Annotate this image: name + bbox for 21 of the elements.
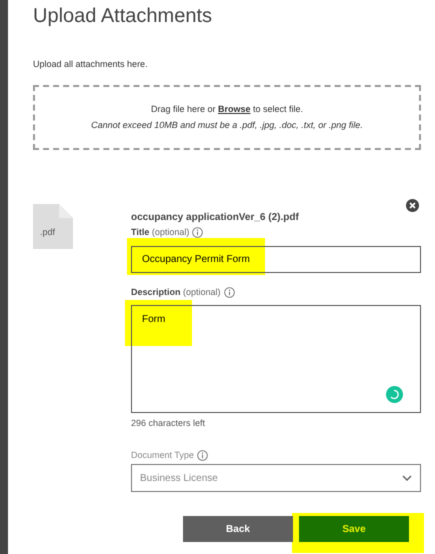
chevron-down-icon	[402, 475, 412, 481]
info-icon[interactable]	[224, 286, 235, 298]
info-icon[interactable]	[192, 227, 204, 238]
file-extension: .pdf	[40, 226, 56, 239]
field-label: Document Type	[131, 448, 194, 462]
file-name: occupancy applicationVer_6 (2).pdf	[131, 211, 299, 225]
info-icon[interactable]	[196, 450, 208, 461]
close-button[interactable]	[406, 199, 419, 212]
drop-zone[interactable]: Drag file here or Browse to select file. Cannot exceed 10MB and must be a .pdf, .jpg, .doc, .txt, or .png file.	[33, 85, 421, 150]
title-field[interactable]: Occupancy Permit Form	[131, 246, 421, 272]
back-button[interactable]: Back	[183, 516, 293, 542]
file-requirements: Cannot exceed 10MB and must be a .pdf, .jpg, .doc, .txt, or .png file.	[90, 118, 364, 132]
description-field[interactable]: Form	[131, 305, 421, 413]
field-label: Description (optional)	[131, 286, 221, 299]
character-count: 296 characters left	[131, 417, 206, 430]
intro-text: Upload all attachments here.	[33, 58, 148, 71]
page-heading: Upload Attachments	[33, 4, 213, 28]
file-icon	[33, 204, 73, 249]
drop-instruction: Drag file here or Browse to select file.	[150, 103, 304, 116]
field-label: Title (optional)	[131, 226, 190, 239]
save-button[interactable]: Save	[299, 516, 409, 542]
